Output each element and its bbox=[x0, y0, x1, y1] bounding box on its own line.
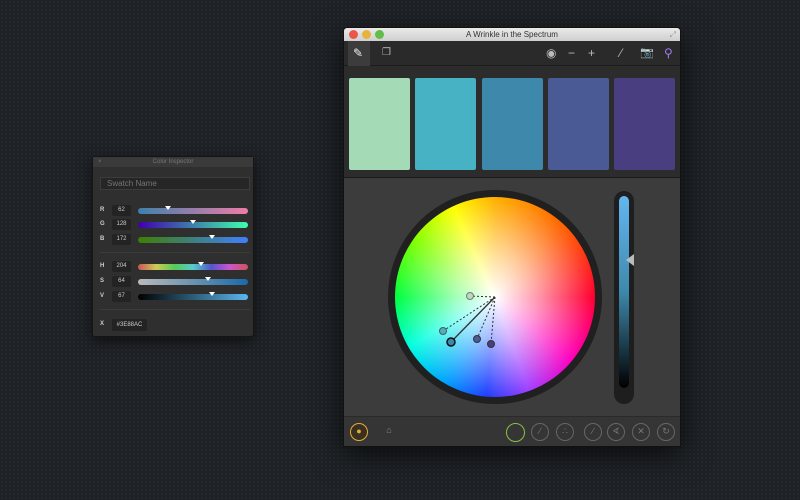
slider-row-b: B 172 bbox=[93, 234, 255, 246]
channel-value[interactable]: 67 bbox=[112, 291, 131, 302]
divider bbox=[100, 252, 250, 253]
channel-label: R bbox=[100, 207, 105, 213]
plus-icon[interactable]: + bbox=[588, 45, 595, 61]
swatch-palette bbox=[344, 66, 680, 178]
title-bar: A Wrinkle in the Spectrum ⤢ bbox=[344, 28, 680, 41]
channel-label: G bbox=[100, 221, 105, 227]
harmony-square-icon[interactable]: ✕ bbox=[632, 423, 650, 441]
channel-label: H bbox=[100, 263, 105, 269]
channel-slider[interactable] bbox=[138, 277, 248, 285]
swatch[interactable] bbox=[349, 78, 410, 170]
channel-value[interactable]: 172 bbox=[112, 234, 131, 245]
color-marker bbox=[487, 340, 495, 348]
close-button[interactable] bbox=[349, 30, 358, 39]
channel-slider[interactable] bbox=[138, 292, 248, 300]
channel-label: S bbox=[100, 278, 105, 284]
slider-row-r: R 62 bbox=[93, 205, 255, 217]
brightness-slider[interactable] bbox=[614, 191, 634, 404]
channel-label: V bbox=[100, 293, 105, 299]
color-wheel-mode-icon[interactable]: ● bbox=[350, 423, 368, 441]
slider-thumb[interactable] bbox=[208, 292, 215, 296]
color-marker bbox=[473, 335, 481, 343]
divider bbox=[100, 309, 250, 310]
channel-value[interactable]: 204 bbox=[112, 261, 131, 272]
hex-label: X bbox=[100, 321, 105, 327]
harmony-single-icon[interactable] bbox=[506, 423, 525, 442]
tray-icon[interactable]: ⌂ bbox=[380, 423, 398, 441]
inspector-title: Color Inspector bbox=[152, 159, 194, 165]
toolbar: ✎ ❐ ◉ − + ⁄ 📷 ⚲ bbox=[344, 41, 680, 66]
slider-thumb[interactable] bbox=[626, 254, 634, 266]
search-icon[interactable]: ⚲ bbox=[664, 45, 673, 61]
slider-row-h: H 204 bbox=[93, 261, 255, 273]
minimize-button[interactable] bbox=[362, 30, 371, 39]
channel-slider[interactable] bbox=[138, 262, 248, 270]
hex-field[interactable]: #3E88AC bbox=[112, 319, 147, 331]
slider-row-g: G 128 bbox=[93, 219, 255, 231]
fullscreen-icon[interactable]: ⤢ bbox=[670, 28, 676, 41]
channel-value[interactable]: 64 bbox=[112, 276, 131, 287]
swatch[interactable] bbox=[415, 78, 476, 170]
pencil-icon: ✎ bbox=[353, 46, 364, 60]
eye-icon[interactable]: ◉ bbox=[546, 45, 556, 61]
swatch[interactable] bbox=[548, 78, 609, 170]
tab-edit[interactable]: ✎ bbox=[348, 41, 370, 66]
color-marker-selected bbox=[446, 337, 456, 347]
minus-icon[interactable]: − bbox=[568, 45, 575, 61]
channel-value[interactable]: 128 bbox=[112, 219, 131, 230]
slider-thumb[interactable] bbox=[197, 262, 204, 266]
harmony-custom-icon[interactable]: ↻ bbox=[657, 423, 675, 441]
channel-slider[interactable] bbox=[138, 206, 248, 214]
color-marker bbox=[466, 292, 474, 300]
layers-icon[interactable]: ❐ bbox=[382, 45, 391, 61]
slider-thumb[interactable] bbox=[164, 206, 171, 210]
window-title: A Wrinkle in the Spectrum bbox=[466, 30, 558, 39]
channel-label: B bbox=[100, 236, 105, 242]
camera-icon[interactable]: 📷 bbox=[640, 45, 654, 61]
channel-slider[interactable] bbox=[138, 235, 248, 243]
harmony-complementary-icon[interactable]: ⁄ bbox=[531, 423, 549, 441]
close-icon[interactable]: × bbox=[98, 157, 102, 167]
swatch-name-input[interactable] bbox=[100, 177, 250, 190]
color-wheel-area bbox=[344, 179, 680, 416]
slider-thumb[interactable] bbox=[190, 220, 196, 224]
inspector-title-bar[interactable]: × Color Inspector bbox=[93, 157, 253, 167]
harmony-split-icon[interactable]: ∕ bbox=[584, 423, 602, 441]
color-marker bbox=[439, 327, 447, 335]
harmony-triad-icon[interactable]: ∢ bbox=[607, 423, 625, 441]
zoom-button[interactable] bbox=[375, 30, 384, 39]
slider-row-v: V 67 bbox=[93, 291, 255, 303]
slider-thumb[interactable] bbox=[205, 277, 212, 281]
eyedropper-icon[interactable]: ⁄ bbox=[620, 45, 622, 61]
harmony-analogous-icon[interactable]: ∴ bbox=[556, 423, 574, 441]
channel-value[interactable]: 62 bbox=[112, 205, 131, 216]
swatch[interactable] bbox=[614, 78, 675, 170]
slider-thumb[interactable] bbox=[208, 235, 215, 239]
channel-slider[interactable] bbox=[138, 220, 248, 228]
swatch[interactable] bbox=[482, 78, 543, 170]
bottom-bar: ● ⌂ ⁄ ∴ ∕ ∢ ✕ ↻ bbox=[344, 416, 680, 446]
main-window: A Wrinkle in the Spectrum ⤢ ✎ ❐ ◉ − + ⁄ … bbox=[343, 27, 681, 447]
slider-row-s: S 64 bbox=[93, 276, 255, 288]
color-inspector-panel: × Color Inspector R 62 G 128 B 172 H 204 S 64 V 67 X… bbox=[92, 156, 254, 337]
